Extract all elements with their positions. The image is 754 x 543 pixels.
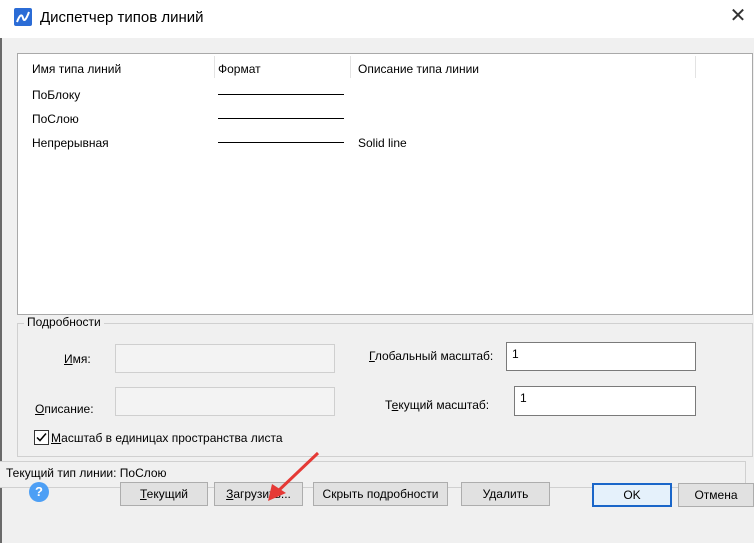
paper-space-checkbox-label[interactable]: Масштаб в единицах пространства листа — [51, 431, 283, 445]
list-item-format-line — [218, 118, 344, 119]
current-button[interactable]: Текущий — [120, 482, 208, 506]
name-label: Имя: — [64, 352, 91, 366]
list-item-name[interactable]: Непрерывная — [32, 136, 109, 150]
list-item-format-line — [218, 94, 344, 95]
current-scale-input[interactable]: 1 — [514, 386, 696, 416]
hide-details-button[interactable]: Скрыть подробности — [313, 482, 448, 506]
column-divider[interactable] — [350, 56, 351, 78]
details-group-title: Подробности — [24, 315, 104, 329]
column-divider[interactable] — [214, 56, 215, 78]
close-icon[interactable]: ✕ — [727, 4, 749, 28]
linetype-app-icon — [14, 8, 32, 26]
list-item-format-line — [218, 142, 344, 143]
column-header-format[interactable]: Формат — [218, 62, 261, 76]
column-header-name[interactable]: Имя типа линий — [32, 62, 121, 76]
linetype-list[interactable]: Имя типа линий Формат Описание типа лини… — [17, 53, 753, 315]
current-linetype-status: Текущий тип линии: ПоСлою — [6, 466, 167, 480]
current-scale-label: Текущий масштаб: — [385, 398, 490, 412]
cancel-button[interactable]: Отмена — [678, 483, 754, 507]
check-icon — [36, 433, 47, 442]
delete-button[interactable]: Удалить — [461, 482, 550, 506]
global-scale-input[interactable]: 1 — [506, 342, 696, 371]
column-header-description[interactable]: Описание типа линии — [358, 62, 479, 76]
column-divider[interactable] — [695, 56, 696, 78]
list-item-name[interactable]: ПоСлою — [32, 112, 79, 126]
window-title: Диспетчер типов линий — [40, 9, 204, 26]
description-field — [115, 387, 335, 416]
load-button[interactable]: Загрузить... — [214, 482, 303, 506]
paper-space-checkbox[interactable] — [34, 430, 49, 445]
description-label: Описание: — [35, 402, 94, 416]
ok-button[interactable]: OK — [592, 483, 672, 507]
help-icon[interactable]: ? — [29, 482, 49, 502]
name-field — [115, 344, 335, 373]
global-scale-label: Глобальный масштаб: — [369, 349, 494, 363]
list-item-description: Solid line — [358, 136, 407, 150]
list-item-name[interactable]: ПоБлоку — [32, 88, 80, 102]
